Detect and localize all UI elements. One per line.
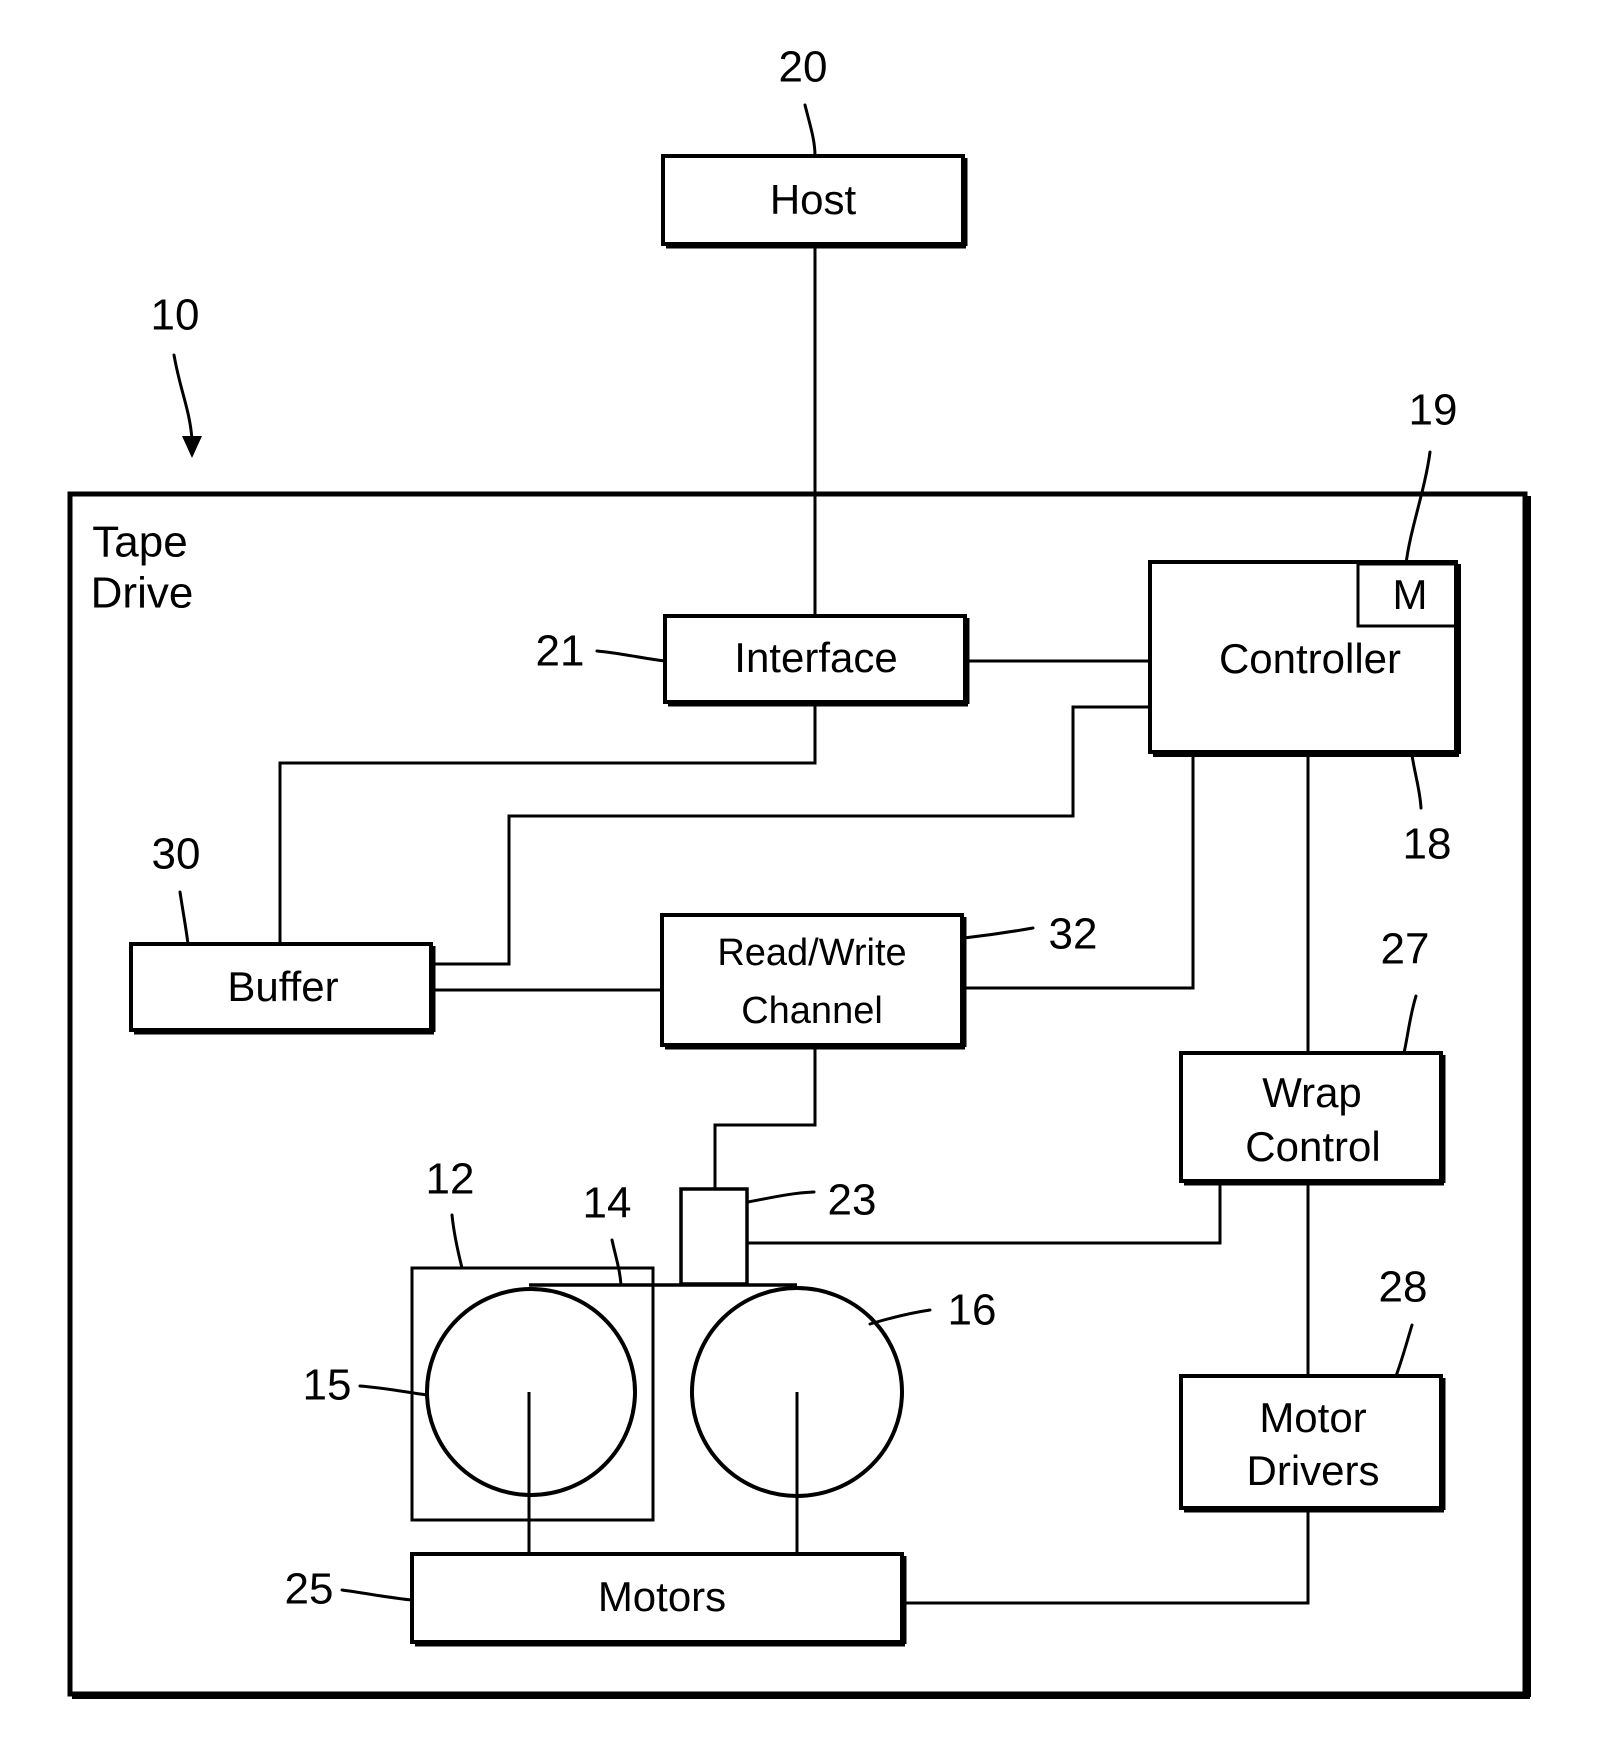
rw-label-line2: Channel xyxy=(741,990,883,1032)
ref-buffer-leader xyxy=(178,890,190,946)
ref-controller: 18 xyxy=(1403,820,1452,869)
ref-cartridge: 12 xyxy=(426,1155,475,1204)
ref-tape-leader xyxy=(610,1238,623,1287)
controller-label: Controller xyxy=(1219,635,1401,682)
container-label-line2: Drive xyxy=(91,569,194,618)
ref-cartridge-reel: 15 xyxy=(303,1361,352,1410)
rw-label-line1: Read/Write xyxy=(717,932,906,974)
container-label-line1: Tape xyxy=(92,518,187,567)
cartridge-reel[interactable] xyxy=(425,1287,637,1497)
ref-controller-leader xyxy=(1410,753,1423,810)
tape-drive-diagram: Tape Drive 10 Host 20 Interface 21 Contr… xyxy=(67,43,1531,1699)
ref-head: 23 xyxy=(828,1176,877,1225)
host-label: Host xyxy=(770,176,857,223)
ref-container: 10 xyxy=(151,291,200,340)
wrap-label-line2: Control xyxy=(1245,1123,1380,1170)
cartridge[interactable] xyxy=(410,1266,655,1522)
ref-motors-leader xyxy=(340,1588,414,1602)
wire-interface-buffer xyxy=(278,703,817,944)
ref-memory: 19 xyxy=(1409,386,1458,435)
ref-motor-drivers: 28 xyxy=(1379,1263,1428,1312)
ref-host: 20 xyxy=(779,43,828,92)
ref-memory-leader xyxy=(1404,450,1432,566)
motor-drivers-block[interactable]: Motor Drivers xyxy=(1179,1374,1446,1513)
wrap-control-block[interactable]: Wrap Control xyxy=(1179,1051,1446,1186)
wire-wrap-head xyxy=(747,1183,1222,1245)
ref-interface-leader xyxy=(595,649,667,663)
motor-drivers-label-line1: Motor xyxy=(1259,1394,1366,1441)
ref-takeup-reel-leader xyxy=(868,1308,932,1326)
host-block[interactable]: Host xyxy=(661,154,968,249)
ref-head-leader xyxy=(746,1190,816,1204)
ref-container-leader xyxy=(172,353,194,442)
buffer-label: Buffer xyxy=(227,963,338,1010)
ref-takeup-reel: 16 xyxy=(948,1286,997,1335)
motors-block[interactable]: Motors xyxy=(410,1552,907,1647)
ref-host-leader xyxy=(803,103,817,158)
head[interactable] xyxy=(679,1187,749,1286)
memory-label: M xyxy=(1393,571,1428,618)
read-write-channel-block[interactable]: Read/Write Channel xyxy=(660,913,967,1050)
ref-motors: 25 xyxy=(285,1565,334,1614)
interface-label: Interface xyxy=(734,634,897,681)
ref-tape: 14 xyxy=(583,1179,632,1228)
ref-interface: 21 xyxy=(536,627,585,676)
motor-drivers-label-line2: Drivers xyxy=(1247,1447,1380,1494)
ref-rw: 32 xyxy=(1049,910,1098,959)
ref-wrap: 27 xyxy=(1381,925,1430,974)
ref-cartridge-leader xyxy=(450,1213,464,1270)
ref-rw-leader xyxy=(962,926,1035,940)
wire-rw-head xyxy=(713,1047,817,1188)
motors-label: Motors xyxy=(598,1573,726,1620)
ref-buffer: 30 xyxy=(152,830,201,879)
ref-motor-drivers-leader xyxy=(1394,1323,1414,1378)
wire-motordrivers-motors xyxy=(904,1510,1310,1605)
arrow-down-icon xyxy=(182,436,202,458)
ref-wrap-leader xyxy=(1402,994,1418,1055)
controller-block[interactable]: Controller M xyxy=(1148,560,1461,757)
buffer-block[interactable]: Buffer xyxy=(129,942,436,1035)
ref-cartridge-reel-leader xyxy=(358,1384,429,1397)
wrap-label-line1: Wrap xyxy=(1262,1069,1362,1116)
interface-block[interactable]: Interface xyxy=(663,614,970,707)
